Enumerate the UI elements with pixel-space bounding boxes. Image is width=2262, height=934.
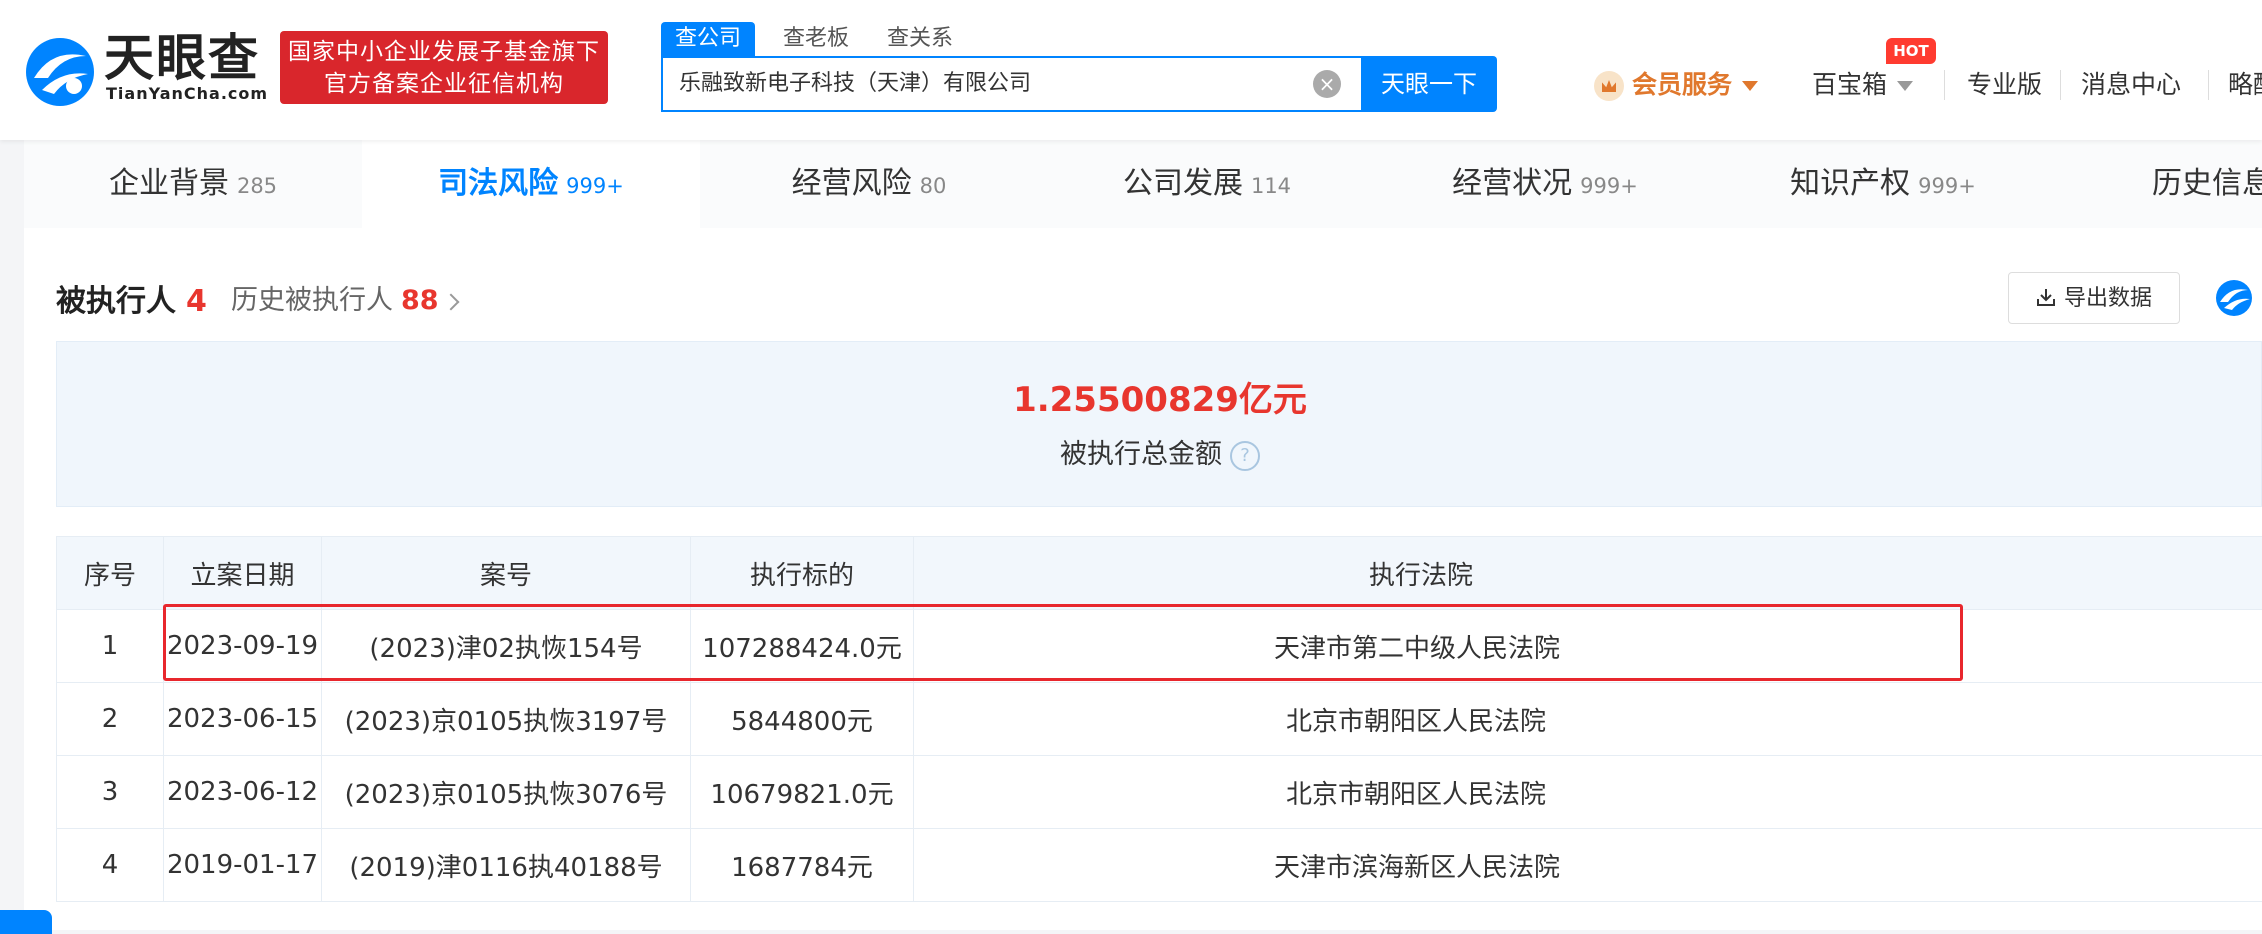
- toolbox-label: 百宝箱: [1812, 70, 1887, 99]
- nav-divider: [1944, 70, 1945, 100]
- floating-side-tab[interactable]: [0, 910, 52, 934]
- tab-count: 285: [237, 174, 277, 198]
- dimension-tabs: 企业背景 285 司法风险 999+ 经营风险 80 公司发展 114 经营状况 999+…: [24, 140, 2262, 229]
- col-header-execution-amount[interactable]: 执行标的: [691, 537, 914, 610]
- cell-filing-date: 2023-09-19: [164, 610, 322, 683]
- tab-operating-status[interactable]: 经营状况 999+: [1376, 140, 1714, 228]
- cell-case-number[interactable]: (2023)京0105执恢3197号: [322, 683, 691, 756]
- cell-filing-date: 2019-01-17: [164, 829, 322, 902]
- cell-filing-date: 2023-06-15: [164, 683, 322, 756]
- cell-case-number[interactable]: (2019)津0116执40188号: [322, 829, 691, 902]
- table-row[interactable]: 4 2019-01-17 (2019)津0116执40188号 1687784元…: [57, 829, 2262, 902]
- section-title-label: 被执行人: [56, 284, 176, 319]
- nav-divider: [2060, 70, 2061, 100]
- tab-judicial-risk[interactable]: 司法风险 999+: [362, 140, 700, 228]
- tab-label: 公司发展: [1123, 166, 1243, 201]
- col-header-filing-date[interactable]: 立案日期: [164, 537, 322, 610]
- cell-filing-date: 2023-06-12: [164, 756, 322, 829]
- tab-intellectual-property[interactable]: 知识产权 999+: [1714, 140, 2052, 228]
- tab-label: 司法风险: [438, 166, 558, 201]
- cell-execution-amount: 107288424.0元: [691, 610, 914, 683]
- table-header-row: 序号 立案日期 案号 执行标的 执行法院: [57, 537, 2262, 610]
- chevron-down-icon: [1742, 81, 1758, 91]
- search-tab-boss[interactable]: 查老板: [783, 22, 849, 56]
- cell-index: 3: [57, 756, 164, 829]
- search-tab-company[interactable]: 查公司: [661, 22, 755, 56]
- tianyancha-logo-icon: [22, 34, 98, 110]
- history-label: 历史被执行人: [231, 285, 393, 316]
- history-count: 88: [401, 285, 439, 316]
- official-slogan-badge: 国家中小企业发展子基金旗下 官方备案企业征信机构: [280, 31, 608, 104]
- history-debtor-link[interactable]: 历史被执行人 88: [231, 278, 457, 317]
- tab-company-background[interactable]: 企业背景 285: [24, 140, 362, 228]
- search-box: ×: [661, 56, 1361, 112]
- total-amount-label-row: 被执行总金额?: [57, 432, 2262, 471]
- tab-label: 经营风险: [792, 166, 912, 201]
- tianyancha-mini-logo-icon: [2214, 278, 2254, 318]
- chevron-right-icon: [442, 293, 459, 310]
- total-amount-summary: 1.25500829亿元 被执行总金额?: [56, 341, 2262, 507]
- cell-execution-amount: 5844800元: [691, 683, 914, 756]
- tab-count: 999+: [1580, 174, 1638, 198]
- col-header-index: 序号: [57, 537, 164, 610]
- clear-search-icon[interactable]: ×: [1313, 70, 1341, 98]
- tab-count: 114: [1251, 174, 1291, 198]
- table-row[interactable]: 1 2023-09-19 (2023)津02执恢154号 107288424.0…: [57, 610, 2262, 683]
- section-title: 被执行人 4: [56, 276, 207, 320]
- col-header-court: 执行法院: [914, 537, 2262, 610]
- crown-icon: [1594, 71, 1624, 101]
- tab-company-development[interactable]: 公司发展 114: [1038, 140, 1376, 228]
- table-row[interactable]: 3 2023-06-12 (2023)京0105执恢3076号 10679821…: [57, 756, 2262, 829]
- slogan-line-1: 国家中小企业发展子基金旗下: [280, 36, 608, 68]
- nav-divider: [2208, 70, 2209, 100]
- hot-badge: HOT: [1886, 38, 1936, 64]
- debtor-table: 序号 立案日期 案号 执行标的 执行法院 1 2023-09-19 (2023)…: [56, 536, 2262, 902]
- slogan-line-2: 官方备案企业征信机构: [280, 68, 608, 100]
- tianyancha-logo[interactable]: 天眼查 TianYanCha.com: [22, 30, 262, 110]
- logo-text-en: TianYanCha.com: [106, 84, 268, 103]
- export-data-button[interactable]: 导出数据: [2008, 272, 2180, 324]
- export-label: 导出数据: [2064, 286, 2152, 311]
- section-count: 4: [186, 284, 207, 319]
- col-header-case-number: 案号: [322, 537, 691, 610]
- toolbox-menu[interactable]: 百宝箱: [1812, 65, 1913, 105]
- tab-label: 经营状况: [1452, 166, 1572, 201]
- total-amount-label: 被执行总金额: [1060, 439, 1222, 470]
- tab-label: 知识产权: [1790, 166, 1910, 201]
- cell-case-number[interactable]: (2023)京0105执恢3076号: [322, 756, 691, 829]
- judgment-debtor-section: 被执行人 4 历史被执行人 88 导出数据 1.25500829亿元 被执行总金额?…: [24, 228, 2262, 930]
- vip-service-menu[interactable]: 会员服务: [1594, 65, 1758, 105]
- search-button[interactable]: 天眼一下: [1361, 56, 1497, 112]
- tab-count: 999+: [566, 174, 624, 198]
- tab-operating-risk[interactable]: 经营风险 80: [700, 140, 1038, 228]
- tab-label: 企业背景: [109, 166, 229, 201]
- total-amount-value: 1.25500829亿元: [57, 372, 2262, 421]
- cell-index: 1: [57, 610, 164, 683]
- tab-count: 80: [920, 174, 947, 198]
- download-icon: [2036, 287, 2056, 307]
- tab-history-info[interactable]: 历史信息9: [2052, 140, 2262, 228]
- table-row[interactable]: 2 2023-06-15 (2023)京0105执恢3197号 5844800元…: [57, 683, 2262, 756]
- cell-case-number[interactable]: (2023)津02执恢154号: [322, 610, 691, 683]
- cell-index: 4: [57, 829, 164, 902]
- chevron-down-icon: [1897, 81, 1913, 91]
- search-input[interactable]: [679, 58, 1279, 110]
- search-tab-relation[interactable]: 查关系: [887, 22, 953, 56]
- cell-execution-amount: 1687784元: [691, 829, 914, 902]
- cell-index: 2: [57, 683, 164, 756]
- more-link[interactable]: 略醒: [2228, 65, 2262, 105]
- tab-count: 999+: [1918, 174, 1976, 198]
- tab-label: 历史信息: [2152, 166, 2262, 201]
- cell-execution-amount: 10679821.0元: [691, 756, 914, 829]
- top-header: 天眼查 TianYanCha.com 国家中小企业发展子基金旗下 官方备案企业征…: [0, 0, 2262, 140]
- cell-court: 北京市朝阳区人民法院: [914, 683, 2262, 756]
- help-icon[interactable]: ?: [1230, 441, 1260, 471]
- message-center-link[interactable]: 消息中心: [2081, 65, 2181, 105]
- pro-version-link[interactable]: 专业版: [1967, 65, 2042, 105]
- vip-service-label: 会员服务: [1632, 70, 1732, 99]
- cell-court: 天津市第二中级人民法院: [914, 610, 2262, 683]
- cell-court: 天津市滨海新区人民法院: [914, 829, 2262, 902]
- cell-court: 北京市朝阳区人民法院: [914, 756, 2262, 829]
- logo-text-cn: 天眼查: [104, 30, 260, 86]
